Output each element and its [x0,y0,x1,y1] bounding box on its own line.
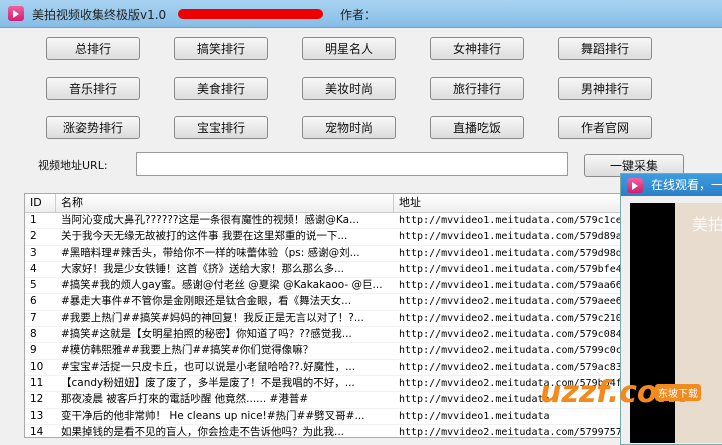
cell-name: 那夜凌晨 被客戶打來的電話吵醒 他竟然...... #港普# [61,393,309,406]
cell-id: 10 [30,360,44,373]
author-label: 作者： [340,8,377,22]
category-button[interactable]: 旅行排行 [430,77,524,100]
cell-id: 13 [30,409,44,422]
header-name[interactable]: 名称 [56,194,394,212]
category-button[interactable]: 搞笑排行 [174,37,268,60]
header-id[interactable]: ID [25,194,56,212]
popup-title-bar: 在线观看，一 [621,174,722,196]
url-label: 视频地址URL: [38,159,108,172]
table-row[interactable]: 8 #搞笑#这就是【女明星拍照的秘密】你知道了吗？??感觉我... http://m… [25,327,722,344]
app-icon [8,6,24,21]
cell-name: #搞笑#这就是【女明星拍照的秘密】你知道了吗？??感觉我... [61,328,352,341]
cell-id: 7 [30,311,37,324]
table-row[interactable]: 5 #搞笑#我的烦人gay蜜。感谢@付老丝 @夏梁 @Kakakaoo- @巨..… [25,278,722,295]
cell-id: 9 [30,344,37,357]
cell-id: 11 [30,376,44,389]
table-row[interactable]: 9 #模仿韩熙雅##我要上热门##搞笑#你们觉得像嘛？ http://mvvideo… [25,343,722,360]
cell-id: 6 [30,295,37,308]
category-button[interactable]: 作者官网 [558,116,652,139]
cell-id: 12 [30,393,44,406]
cell-name: #暴走大事件#不管你是金刚眼还是钛合金眼，看《舞法天女... [61,295,352,308]
cell-id: 5 [30,279,37,292]
cell-name: 当阿沁变成大鼻孔??????这是一条很有魔性的视频！感谢@Ka... [61,214,360,226]
cell-name: 变干净后的他非常帅！ He cleans up nice!#热门##劈叉哥#..… [61,409,365,422]
cell-name: #搞笑#我的烦人gay蜜。感谢@付老丝 @夏梁 @Kakakaoo- @巨... [61,279,383,292]
popup-title: 在线观看，一 [651,178,722,192]
table-row[interactable]: 3 #黑暗料理#辣舌头，带给你不一样的味蕾体验（ps: 感谢@刘... http:/… [25,246,722,262]
cell-name: 大家好！我是少女铁锤！这首《挤》送给大家！那么那么多... [61,262,345,275]
category-button[interactable]: 音乐排行 [46,77,140,100]
cell-id: 3 [30,246,37,259]
cell-name: 【candy粉妞妞】废了废了，多半是废了！不是我唱的不好，... [61,376,355,389]
cell-name: 如果掉钱的是看不见的盲人，你会捡走不告诉他吗？为此我... [61,425,345,438]
category-button[interactable]: 涨姿势排行 [46,116,140,139]
category-button[interactable]: 美妆时尚 [302,77,396,100]
table-row[interactable]: 13 变干净后的他非常帅！ He cleans up nice!#热门##劈叉哥#… [25,409,722,425]
window-title: 美拍视频收集终极版v1.0 [32,8,167,22]
cell-id: 14 [30,425,44,438]
table-row[interactable]: 7 #我要上热门##搞笑#妈妈的神回复！我反正是无言以对了！?... http://… [25,311,722,328]
category-button[interactable]: 明星名人 [302,37,396,60]
redaction-mark [178,9,323,19]
table-header: ID 名称 地址 [25,194,722,213]
table-row[interactable]: 10 #宝宝#活捉一只皮卡丘，也可以说是小老鼠哈哈??.好魔性，... http:/… [25,360,722,376]
cell-id: 2 [30,230,37,243]
cell-name: #宝宝#活捉一只皮卡丘，也可以说是小老鼠哈哈??.好魔性，... [61,360,356,373]
table-row[interactable]: 1 当阿沁变成大鼻孔??????这是一条很有魔性的视频！感谢@Ka... http:… [25,213,722,230]
table-row[interactable]: 2 关于我今天无缘无故被打的这件事 我要在这里郑重的说一下... http://mv… [25,229,722,246]
cell-name: #黑暗料理#辣舌头，带给你不一样的味蕾体验（ps: 感谢@刘... [61,246,360,259]
table-row[interactable]: 6 #暴走大事件#不管你是金刚眼还是钛合金眼，看《舞法天女... http://mv… [25,294,722,311]
video-watermark: 美拍 [692,215,722,234]
url-input[interactable] [136,152,568,176]
cell-id: 4 [30,262,37,275]
category-button[interactable]: 宠物时尚 [302,116,396,139]
cell-id: 1 [30,214,37,226]
category-button[interactable]: 男神排行 [558,77,652,100]
table-row[interactable]: 14 如果掉钱的是看不见的盲人，你会捡走不告诉他吗？为此我... http://mv… [25,425,722,438]
category-button[interactable]: 总排行 [46,37,140,60]
category-button[interactable]: 直播吃饭 [430,116,524,139]
category-button[interactable]: 美食排行 [174,77,268,100]
cell-id: 8 [30,328,37,341]
cell-name: #模仿韩熙雅##我要上热门##搞笑#你们觉得像嘛？ [61,344,314,357]
category-button[interactable]: 舞蹈排行 [558,37,652,60]
table-row[interactable]: 4 大家好！我是少女铁锤！这首《挤》送给大家！那么那么多... http://mvv… [25,262,722,279]
app-icon [627,178,643,193]
category-button[interactable]: 女神排行 [430,37,524,60]
cell-name: #我要上热门##搞笑#妈妈的神回复！我反正是无言以对了！?... [61,311,364,324]
cell-name: 关于我今天无缘无故被打的这件事 我要在这里郑重的说一下... [61,230,348,243]
site-watermark-tag: 东坡下载 [655,384,701,401]
title-bar: 美拍视频收集终极版v1.0 作者： [0,0,722,28]
category-button[interactable]: 宝宝排行 [174,116,268,139]
